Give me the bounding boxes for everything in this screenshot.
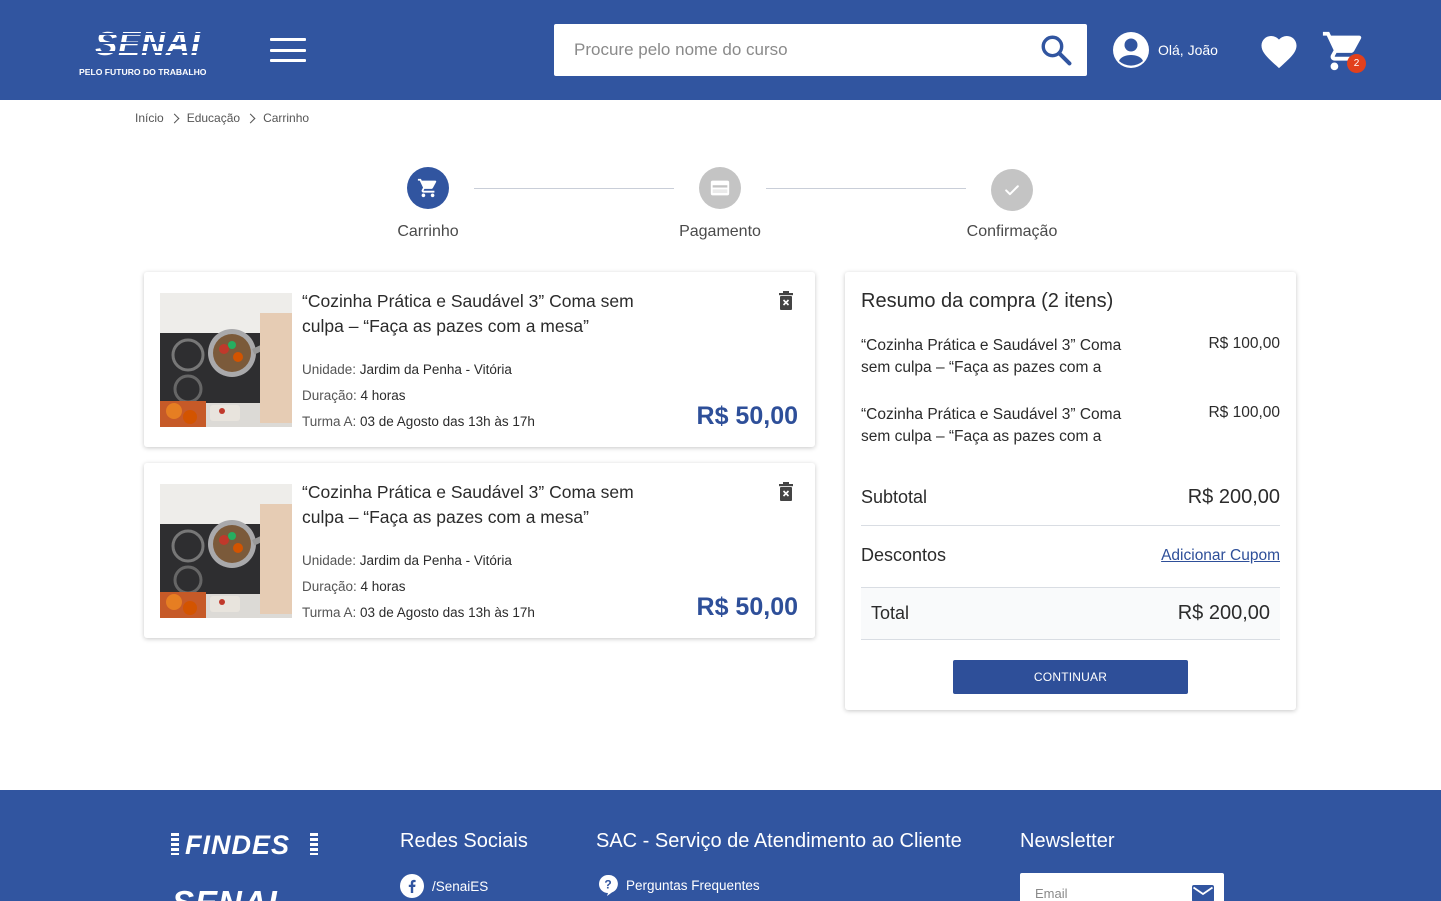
unit-label: Unidade: <box>302 553 360 568</box>
stepper-line <box>766 188 966 189</box>
course-thumbnail[interactable] <box>160 293 292 427</box>
discount-label: Descontos <box>861 545 947 565</box>
class-label: Turma A: <box>302 414 361 429</box>
summary-item-name: “Cozinha Prática e Saudável 3” Coma sem … <box>861 406 1122 445</box>
cart-item-card: “Cozinha Prática e Saudável 3” Coma sem … <box>144 463 815 638</box>
course-title[interactable]: “Cozinha Prática e Saudável 3” Coma sem … <box>302 289 642 339</box>
findes-logo-bars <box>310 833 318 855</box>
unit-value: Jardim da Penha - Vitória <box>359 362 512 377</box>
step-label-confirmation: Confirmação <box>966 223 1058 240</box>
user-greeting: Olá, João <box>1158 42 1218 58</box>
step-confirmation: Confirmação <box>956 169 1068 241</box>
cart-count-badge: 2 <box>1347 54 1366 73</box>
course-thumbnail[interactable] <box>160 484 292 618</box>
summary-item-value: R$ 100,00 <box>1208 335 1280 352</box>
newsletter-email-input[interactable] <box>1020 873 1180 901</box>
step-label-cart: Carrinho <box>397 223 459 240</box>
breadcrumb-home[interactable]: Início <box>135 111 164 125</box>
duration-value: 4 horas <box>360 388 406 403</box>
course-price: R$ 50,00 <box>696 402 798 430</box>
facebook-icon <box>400 874 424 898</box>
continue-button[interactable]: CONTINUAR <box>953 660 1188 694</box>
class-label: Turma A: <box>302 605 361 620</box>
subtotal-row: Subtotal R$ 200,00 <box>861 486 1280 509</box>
logo-tagline: PELO FUTURO DO TRABALHO <box>79 67 207 77</box>
summary-item: “Cozinha Prática e Saudável 3” Coma sem … <box>861 404 1280 448</box>
hamburger-menu-icon[interactable] <box>270 38 306 62</box>
course-title[interactable]: “Cozinha Prática e Saudável 3” Coma sem … <box>302 480 642 530</box>
summary-item-value: R$ 100,00 <box>1208 404 1280 421</box>
unit-value: Jardim da Penha - Vitória <box>359 553 512 568</box>
footer: FINDES SENAI Redes Sociais /SenaiES SAC … <box>0 790 1441 901</box>
top-header: SENAI PELO FUTURO DO TRABALHO Olá, João … <box>0 0 1441 100</box>
course-unit: Unidade: Jardim da Penha - Vitória <box>302 553 512 568</box>
course-class: Turma A: 03 de Agosto das 13h às 17h <box>302 414 535 429</box>
course-unit: Unidade: Jardim da Penha - Vitória <box>302 362 512 377</box>
newsletter-heading: Newsletter <box>1020 830 1115 852</box>
course-duration: Duração: 4 horas <box>302 579 406 594</box>
faq-link-label: Perguntas Frequentes <box>626 877 760 893</box>
delete-trash-icon[interactable] <box>778 291 794 310</box>
user-account[interactable]: Olá, João <box>1112 31 1218 69</box>
duration-label: Duração: <box>302 579 361 594</box>
svg-text:?: ? <box>604 878 611 892</box>
order-summary: Resumo da compra (2 itens) “Cozinha Prát… <box>845 272 1296 710</box>
add-coupon-link[interactable]: Adicionar Cupom <box>1161 547 1280 565</box>
newsletter-form <box>1020 873 1224 901</box>
cart-item-card: “Cozinha Prática e Saudável 3” Coma sem … <box>144 272 815 447</box>
total-value: R$ 200,00 <box>1177 602 1270 624</box>
total-row: Total R$ 200,00 <box>861 588 1280 640</box>
senai-logo-text: SENAI <box>95 25 201 62</box>
facebook-link[interactable]: /SenaiES <box>400 874 488 898</box>
delete-trash-icon[interactable] <box>778 482 794 501</box>
summary-item: “Cozinha Prática e Saudável 3” Coma sem … <box>861 335 1280 379</box>
step-payment: Pagamento <box>670 167 770 241</box>
faq-link[interactable]: ? Perguntas Frequentes <box>598 874 760 896</box>
favorites-heart-icon[interactable] <box>1258 30 1300 70</box>
senai-logo[interactable]: SENAI PELO FUTURO DO TRABALHO <box>76 26 222 78</box>
class-value: 03 de Agosto das 13h às 17h <box>360 605 535 620</box>
summary-item-name: “Cozinha Prática e Saudável 3” Coma sem … <box>861 337 1122 376</box>
social-heading: Redes Sociais <box>400 830 528 852</box>
search-icon[interactable] <box>1039 33 1073 67</box>
course-duration: Duração: 4 horas <box>302 388 406 403</box>
divider <box>861 525 1280 526</box>
course-class: Turma A: 03 de Agosto das 13h às 17h <box>302 605 535 620</box>
stepper-line <box>474 188 674 189</box>
breadcrumb-education[interactable]: Educação <box>187 111 240 125</box>
envelope-icon[interactable] <box>1192 885 1214 901</box>
findes-logo[interactable]: FINDES <box>185 830 290 861</box>
sac-heading: SAC - Serviço de Atendimento ao Cliente <box>596 830 962 852</box>
total-label: Total <box>871 603 910 623</box>
senai-logo-word: SENAI <box>76 26 220 62</box>
findes-logo-bars <box>171 833 179 855</box>
unit-label: Unidade: <box>302 362 360 377</box>
duration-value: 4 horas <box>360 579 406 594</box>
search-bar <box>554 24 1087 76</box>
senai-footer-logo-text: SENAI <box>172 887 318 901</box>
breadcrumb: Início Educação Carrinho <box>135 111 309 125</box>
class-value: 03 de Agosto das 13h às 17h <box>360 414 535 429</box>
step-label-payment: Pagamento <box>679 223 761 240</box>
step-cart: Carrinho <box>388 167 468 241</box>
duration-label: Duração: <box>302 388 361 403</box>
help-question-icon: ? <box>599 874 618 896</box>
user-avatar-icon <box>1113 32 1149 68</box>
search-input[interactable] <box>554 24 1024 76</box>
check-icon <box>991 169 1033 211</box>
chevron-right-icon <box>245 113 256 123</box>
cart-icon <box>407 167 449 209</box>
chevron-right-icon <box>169 113 180 123</box>
subtotal-label: Subtotal <box>861 487 928 507</box>
discount-row: Descontos Adicionar Cupom <box>861 545 1280 566</box>
course-price: R$ 50,00 <box>696 593 798 621</box>
summary-title: Resumo da compra (2 itens) <box>861 290 1114 312</box>
credit-card-icon <box>699 167 741 209</box>
subtotal-value: R$ 200,00 <box>1187 486 1280 508</box>
senai-footer-logo[interactable]: SENAI <box>172 887 318 901</box>
breadcrumb-cart: Carrinho <box>263 111 310 125</box>
facebook-link-label: /SenaiES <box>432 878 489 894</box>
